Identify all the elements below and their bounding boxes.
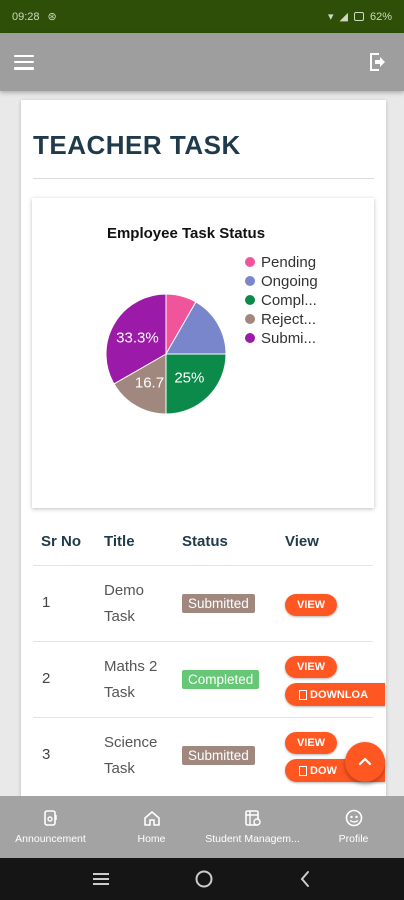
legend-marker: [245, 276, 255, 286]
nav-item-student-management[interactable]: Student Managem...: [202, 796, 303, 858]
download-label: DOW: [310, 764, 337, 777]
cell-sr-no: 3: [42, 746, 51, 763]
legend-label: Reject...: [261, 311, 316, 328]
nav-item-announcement[interactable]: Announcement: [0, 796, 101, 858]
slice-label: 25%: [174, 369, 204, 386]
header-sr-no: Sr No: [41, 533, 82, 550]
table-row: 2 Maths 2 Task Completed VIEW DOWNLOA: [33, 641, 385, 717]
cell-title: Demo Task: [104, 582, 145, 625]
profile-icon: [345, 809, 362, 827]
slice-label: 33.3%: [116, 329, 159, 346]
signal-icon: ◢: [339, 11, 348, 23]
view-button[interactable]: VIEW: [285, 732, 337, 754]
header-view: View: [285, 533, 319, 550]
slice-label: 16.7: [135, 375, 164, 392]
table-row: 3 Science Task Submitted VIEW DOW: [33, 717, 385, 793]
pie-chart: Employee Task Status 25% 16.7 33.3% Pending…: [105, 225, 318, 415]
document-icon: [299, 689, 307, 700]
chevron-up-icon: [358, 757, 372, 766]
legend-marker: [245, 333, 255, 343]
status-time: 09:28: [12, 10, 40, 23]
status-badge: Submitted: [182, 746, 255, 765]
status-badge: Completed: [182, 670, 260, 689]
menu-icon[interactable]: [14, 54, 34, 70]
back-icon[interactable]: [297, 869, 313, 889]
header-title: Title: [104, 533, 135, 550]
system-nav-bar: [0, 858, 404, 900]
logout-icon[interactable]: [366, 50, 390, 74]
status-badge: Submitted: [182, 594, 255, 613]
cell-sr-no: 2: [42, 670, 51, 687]
chart-card: Employee Task Status 25% 16.7 33.3% Pending…: [32, 198, 374, 508]
table-row: 1 Demo Task Submitted VIEW: [33, 565, 373, 641]
battery-level: 62%: [369, 10, 392, 23]
header-status: Status: [182, 533, 228, 550]
view-button[interactable]: VIEW: [285, 656, 337, 678]
app-bar: [0, 33, 404, 91]
home-circle-icon[interactable]: [194, 869, 214, 889]
nav-label: Profile: [338, 833, 369, 845]
legend-label: Pending: [261, 254, 316, 271]
document-icon: [299, 765, 307, 776]
legend-marker: [245, 257, 255, 267]
status-icons: ▾ ◢ 62%: [327, 10, 392, 24]
download-button[interactable]: DOWNLOA: [285, 683, 385, 706]
notification-icon: ⊛: [47, 11, 57, 23]
status-bar: 09:28 ⊛ ▾ ◢ 62%: [0, 0, 404, 33]
scroll-top-button[interactable]: [345, 742, 385, 782]
divider: [33, 178, 374, 179]
view-button[interactable]: VIEW: [285, 594, 337, 616]
legend-label: Compl...: [261, 292, 317, 309]
home-icon: [143, 811, 160, 826]
nav-item-profile[interactable]: Profile: [303, 796, 404, 858]
bottom-nav: Announcement Home Student Managem... Pro…: [0, 796, 404, 858]
nav-label: Home: [137, 833, 166, 845]
wifi-icon: ▾: [327, 11, 334, 23]
cell-sr-no: 1: [42, 594, 51, 611]
page-title: TEACHER TASK: [33, 130, 241, 160]
main-card: TEACHER TASK Employee Task Status 25% 16.…: [21, 100, 386, 800]
student-management-icon: [244, 810, 261, 826]
download-label: DOWNLOA: [310, 688, 369, 701]
battery-icon: [353, 12, 364, 21]
nav-label: Announcement: [15, 833, 86, 845]
legend-label: Ongoing: [261, 273, 318, 290]
cell-title: Science Task: [104, 734, 158, 777]
cell-title: Maths 2 Task: [104, 658, 158, 701]
nav-item-home[interactable]: Home: [101, 796, 202, 858]
legend-marker: [245, 295, 255, 305]
legend-label: Submi...: [261, 330, 316, 347]
legend-marker: [245, 314, 255, 324]
announcement-icon: [43, 810, 57, 826]
nav-label: Student Managem...: [205, 833, 300, 845]
chart-title: Employee Task Status: [107, 225, 265, 242]
recent-apps-icon[interactable]: [91, 871, 111, 887]
